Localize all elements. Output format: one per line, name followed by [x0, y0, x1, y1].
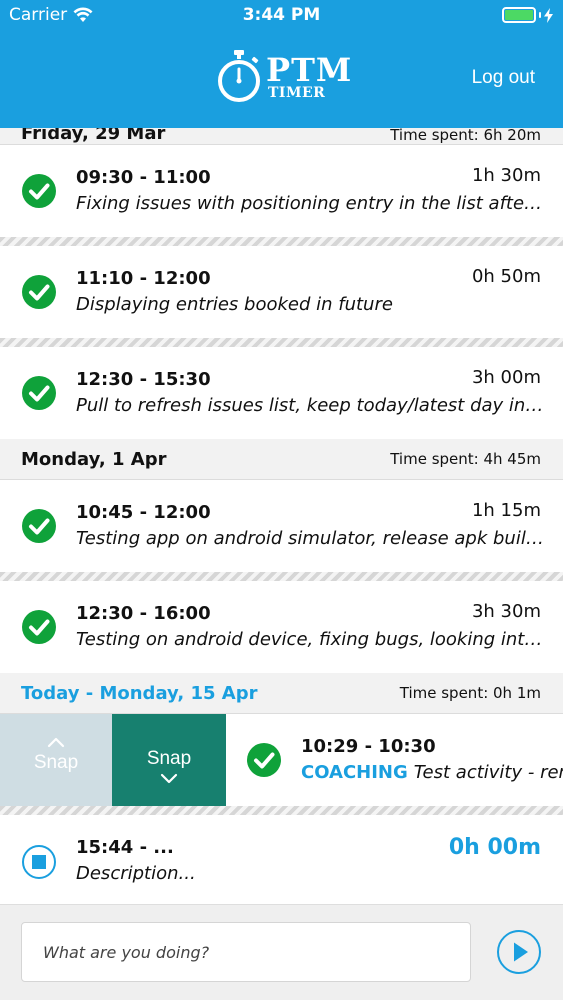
entry-duration: 3h 00m [471, 367, 541, 388]
snap-up-label: Snap [33, 752, 79, 773]
entry-description: Pull to refresh issues list, keep today/… [76, 395, 544, 416]
ptm-timer-logo: PTM TIMER [216, 50, 352, 104]
stop-timer-button[interactable] [22, 845, 56, 879]
time-entry[interactable]: 12:30 - 16:00 3h 30m Testing on android … [0, 581, 563, 673]
entry-divider [0, 237, 563, 246]
entry-activity: Test activity - remo [413, 762, 563, 783]
time-entry[interactable]: 09:30 - 11:00 1h 30m Fixing issues with … [0, 145, 563, 237]
swiped-entry-content[interactable]: 10:29 - 10:30 COACHING Test activity - re… [226, 714, 563, 806]
start-timer-button[interactable] [497, 930, 541, 974]
charging-bolt-icon [544, 7, 553, 23]
logout-button[interactable]: Log out [472, 67, 535, 89]
entry-project: COACHING [301, 762, 408, 783]
day-header: Monday, 1 Apr Time spent: 4h 45m [0, 439, 563, 480]
day-header: Friday, 29 Mar Time spent: 6h 20m [0, 128, 563, 145]
time-entry[interactable]: 10:45 - 12:00 1h 15m Testing app on andr… [0, 480, 563, 572]
entry-duration: 1h 30m [471, 165, 541, 186]
check-circle-icon [22, 509, 56, 543]
day-header-today: Today - Monday, 15 Apr Time spent: 0h 1m [0, 673, 563, 714]
battery-icon [502, 7, 553, 23]
snap-down-button[interactable]: Snap [112, 714, 226, 806]
entry-duration: 0h 50m [471, 266, 541, 287]
check-circle-icon [22, 174, 56, 208]
running-duration: 0h 00m [448, 835, 541, 860]
snap-up-button[interactable]: Snap [0, 714, 112, 806]
entry-divider [0, 572, 563, 581]
check-circle-icon [22, 275, 56, 309]
entry-time-range: 10:29 - 10:30 [301, 736, 436, 757]
snap-down-label: Snap [146, 748, 192, 769]
chevron-down-icon [160, 773, 178, 784]
entry-description: Displaying entries booked in future [76, 294, 393, 315]
entry-time-range: 10:45 - 12:00 [76, 502, 211, 523]
play-icon [514, 942, 528, 962]
day-time-spent: Time spent: 6h 20m [390, 128, 541, 144]
entry-duration: 1h 15m [471, 500, 541, 521]
day-time-spent: Time spent: 4h 45m [390, 450, 541, 468]
entry-divider [0, 338, 563, 347]
running-time-entry[interactable]: 15:44 - ... 0h 00m Description... [0, 815, 563, 904]
entry-description: Testing on android device, fixing bugs, … [76, 629, 544, 650]
app-header: Carrier 3:44 PM PTM TIMER Log out [0, 0, 563, 128]
what-are-you-doing-input[interactable] [21, 922, 471, 982]
entry-description: Testing app on android simulator, releas… [76, 528, 544, 549]
stopwatch-icon [218, 50, 260, 102]
time-entry[interactable]: 12:30 - 15:30 3h 00m Pull to refresh iss… [0, 347, 563, 439]
entry-description: Fixing issues with positioning entry in … [76, 193, 544, 214]
logo-ptm-text: PTM [266, 51, 353, 89]
day-title: Friday, 29 Mar [21, 128, 166, 144]
time-entries-list[interactable]: Friday, 29 Mar Time spent: 6h 20m 09:30 … [0, 128, 563, 904]
entry-description[interactable]: Description... [76, 863, 544, 884]
day-time-spent: Time spent: 0h 1m [399, 684, 541, 702]
entry-divider [0, 806, 563, 815]
check-circle-icon [247, 743, 281, 777]
status-bar: Carrier 3:44 PM [0, 0, 563, 30]
clock: 3:44 PM [242, 5, 321, 25]
entry-time-range: 11:10 - 12:00 [76, 268, 211, 289]
entry-description: COACHINGTest activity - remo [301, 762, 563, 783]
entry-time-range: 15:44 - ... [76, 837, 174, 858]
entry-duration: 3h 30m [471, 601, 541, 622]
time-entry[interactable]: 11:10 - 12:00 0h 50m Displaying entries … [0, 246, 563, 338]
entry-time-range: 12:30 - 15:30 [76, 369, 211, 390]
check-circle-icon [22, 376, 56, 410]
day-title: Monday, 1 Apr [21, 448, 167, 470]
swiped-time-entry[interactable]: Snap Snap 10:29 - 10:30 COACHING Test act… [0, 714, 563, 806]
entry-time-range: 09:30 - 11:00 [76, 167, 211, 188]
chevron-up-icon [47, 737, 65, 748]
new-entry-bar [0, 904, 563, 1000]
logo-timer-text: TIMER [268, 85, 326, 101]
stop-icon [32, 855, 46, 869]
entry-time-range: 12:30 - 16:00 [76, 603, 211, 624]
check-circle-icon [22, 610, 56, 644]
day-title: Today - Monday, 15 Apr [21, 682, 258, 704]
